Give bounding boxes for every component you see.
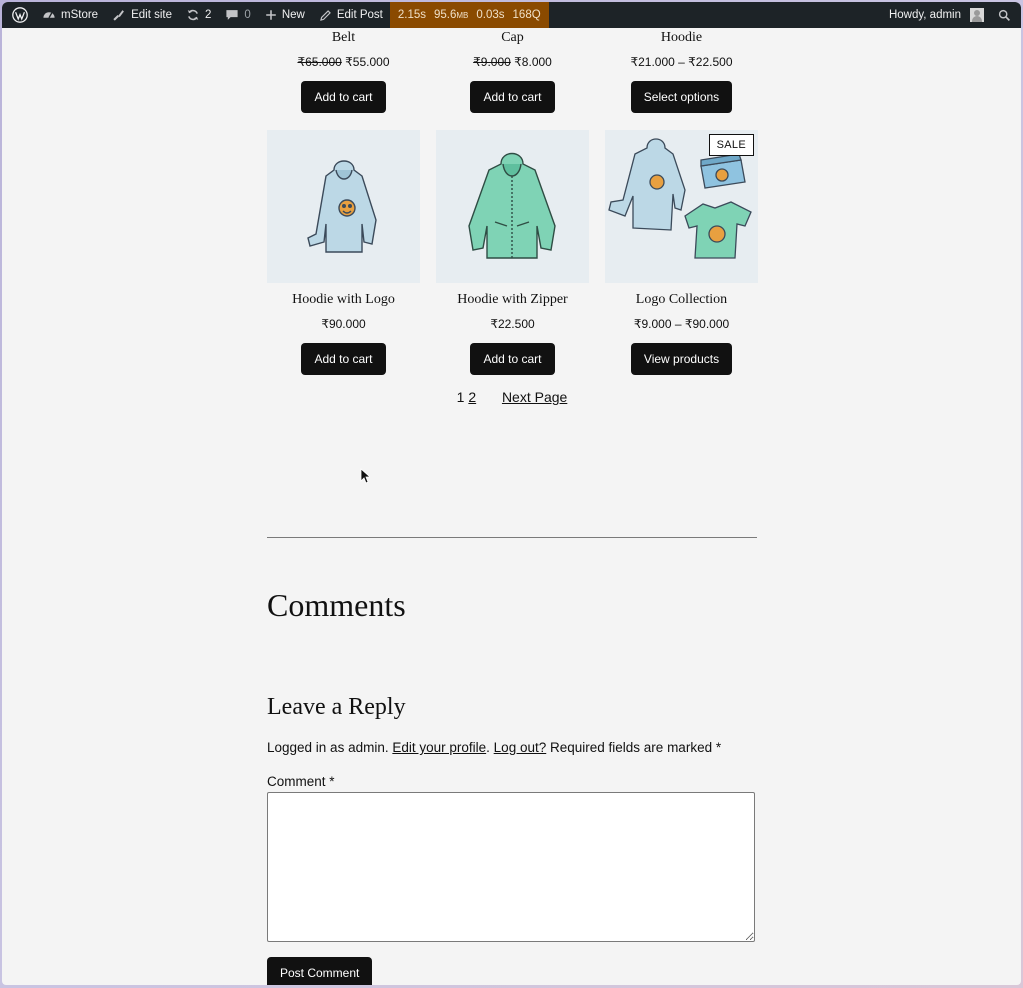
edit-site-link[interactable]: Edit site [105,2,179,28]
admin-search-button[interactable] [991,2,1021,28]
add-to-cart-button[interactable]: Add to cart [470,343,555,375]
add-to-cart-button[interactable]: Add to cart [301,81,386,113]
logged-in-note: Logged in as admin. Edit your profile. L… [267,740,722,755]
dashboard-icon [43,12,55,19]
greeting-label: Howdy, admin [888,9,961,21]
select-options-button[interactable]: Select options [630,81,733,113]
comment-textarea[interactable] [267,792,755,942]
product-title[interactable]: Hoodie with Zipper [457,290,567,310]
account-menu[interactable]: Howdy, admin [882,2,991,28]
sale-badge: SALE [708,134,754,156]
wordpress-icon [12,7,28,23]
product-logo-collection: SALE Logo Collection ₹9.000 – ₹90.000 Vi… [605,130,758,375]
site-name-label: mStore [61,9,99,21]
product-price: ₹21.000 – ₹22.500 [630,55,733,69]
site-name-link[interactable]: mStore [35,2,105,28]
perf-queries: 168Q [512,9,541,21]
query-monitor-button[interactable]: 2.15s 95.6MB 0.03s 168Q [389,2,549,28]
perf-time: 2.15s [397,9,426,21]
updates-link[interactable]: 2 [179,2,218,28]
avatar [970,8,984,22]
new-label: New [281,9,305,21]
product-price: ₹22.500 [490,317,535,331]
product-title[interactable]: Logo Collection [636,290,727,310]
pagination-page-2[interactable]: 2 [468,389,476,405]
product-hoodie-with-zipper: Hoodie with Zipper ₹22.500 Add to cart [436,130,589,375]
product-row-2: Hoodie with Logo ₹90.000 Add to cart Hoo… [267,130,758,375]
mouse-cursor-icon [360,468,370,484]
edit-post-label: Edit Post [336,9,383,21]
admin-bar: mStore Edit site 2 0 New Edit Post 2.15s… [2,2,1021,28]
post-comment-button[interactable]: Post Comment [267,957,373,985]
hoodie-with-zipper-image [468,152,556,259]
product-price: ₹9.000 ₹8.000 [473,55,552,69]
hoodie-with-logo-image [307,160,377,253]
product-row-1: Belt ₹65.000 ₹55.000 Add to cart Cap ₹9.… [267,28,757,113]
comments-title: Comments [267,587,406,623]
product-cap: Cap ₹9.000 ₹8.000 Add to cart [436,28,589,113]
brush-icon [113,10,124,21]
comment-label: Comment * [267,774,335,789]
product-hoodie-with-logo: Hoodie with Logo ₹90.000 Add to cart [267,130,420,375]
product-title[interactable]: Hoodie [661,28,702,48]
comments-link[interactable]: 0 [218,2,257,28]
product-title[interactable]: Belt [332,28,355,48]
leave-reply-title: Leave a Reply [267,694,406,720]
pagination-current: 1 [456,389,465,405]
search-icon [998,9,1010,21]
view-products-button[interactable]: View products [630,343,733,375]
product-image[interactable] [267,130,420,283]
product-hoodie: Hoodie ₹21.000 – ₹22.500 Select options [605,28,758,113]
product-image[interactable]: SALE [605,130,758,283]
product-title[interactable]: Hoodie with Logo [292,290,395,310]
pagination: 1 2 Next Page [267,389,757,405]
add-to-cart-button[interactable]: Add to cart [470,81,555,113]
perf-query-time: 0.03s [476,9,505,21]
edit-site-label: Edit site [131,9,172,21]
updates-icon [187,9,199,21]
perf-memory: 95.6MB [434,9,469,21]
next-page-link[interactable]: Next Page [502,389,567,405]
product-title[interactable]: Cap [501,28,524,48]
edit-profile-link[interactable]: Edit your profile [392,740,486,755]
add-to-cart-button[interactable]: Add to cart [301,343,386,375]
product-belt: Belt ₹65.000 ₹55.000 Add to cart [267,28,420,113]
product-price: ₹9.000 – ₹90.000 [633,317,730,331]
new-content-link[interactable]: New [258,2,312,28]
browser-window: mStore Edit site 2 0 New Edit Post 2.15s… [2,2,1021,985]
pencil-icon [319,9,331,21]
page-content: Belt ₹65.000 ₹55.000 Add to cart Cap ₹9.… [267,28,758,985]
product-price: ₹90.000 [321,317,366,331]
product-image[interactable] [436,130,589,283]
product-price: ₹65.000 ₹55.000 [297,55,390,69]
comments-count: 0 [244,9,251,21]
updates-count: 2 [205,9,212,21]
wordpress-logo-button[interactable] [2,2,35,28]
comment-bubble-icon [226,10,239,20]
section-divider [267,537,757,538]
log-out-link[interactable]: Log out? [494,740,547,755]
plus-icon [266,10,276,20]
edit-post-link[interactable]: Edit Post [312,2,390,28]
